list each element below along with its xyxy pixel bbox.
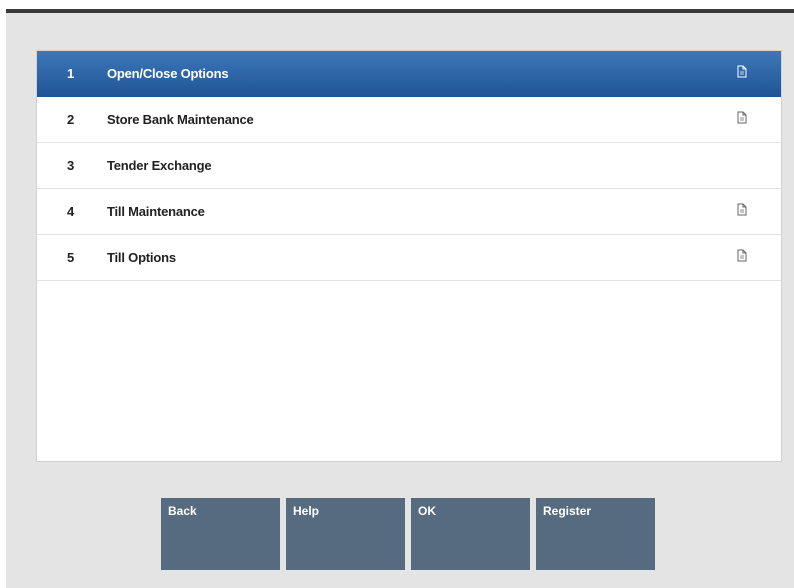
submenu-document-icon bbox=[737, 203, 747, 216]
menu-item-number: 1 bbox=[67, 66, 75, 81]
menu-item-label: Open/Close Options bbox=[107, 66, 229, 81]
menu-list: 1 Open/Close Options 2 Store Bank Mainte… bbox=[36, 50, 782, 462]
ok-button[interactable]: OK bbox=[411, 498, 530, 570]
menu-item-number: 4 bbox=[67, 204, 75, 219]
menu-item-label: Till Maintenance bbox=[107, 204, 205, 219]
submenu-document-icon bbox=[737, 249, 747, 262]
submenu-document-icon bbox=[737, 65, 747, 78]
menu-item-till-options[interactable]: 5 Till Options bbox=[37, 235, 781, 281]
back-button[interactable]: Back bbox=[161, 498, 280, 570]
app-frame: 1 Open/Close Options 2 Store Bank Mainte… bbox=[6, 9, 794, 588]
menu-item-number: 3 bbox=[67, 158, 75, 173]
menu-item-label: Tender Exchange bbox=[107, 158, 212, 173]
menu-item-number: 5 bbox=[67, 250, 75, 265]
menu-item-label: Store Bank Maintenance bbox=[107, 112, 254, 127]
submenu-document-icon bbox=[737, 111, 747, 124]
menu-item-open-close-options[interactable]: 1 Open/Close Options bbox=[37, 51, 781, 97]
menu-item-tender-exchange[interactable]: 3 Tender Exchange bbox=[37, 143, 781, 189]
menu-item-store-bank-maintenance[interactable]: 2 Store Bank Maintenance bbox=[37, 97, 781, 143]
help-button[interactable]: Help bbox=[286, 498, 405, 570]
menu-item-label: Till Options bbox=[107, 250, 176, 265]
menu-item-till-maintenance[interactable]: 4 Till Maintenance bbox=[37, 189, 781, 235]
menu-item-number: 2 bbox=[67, 112, 75, 127]
function-button-bar: Back Help OK Register bbox=[161, 498, 661, 570]
register-button[interactable]: Register bbox=[536, 498, 655, 570]
